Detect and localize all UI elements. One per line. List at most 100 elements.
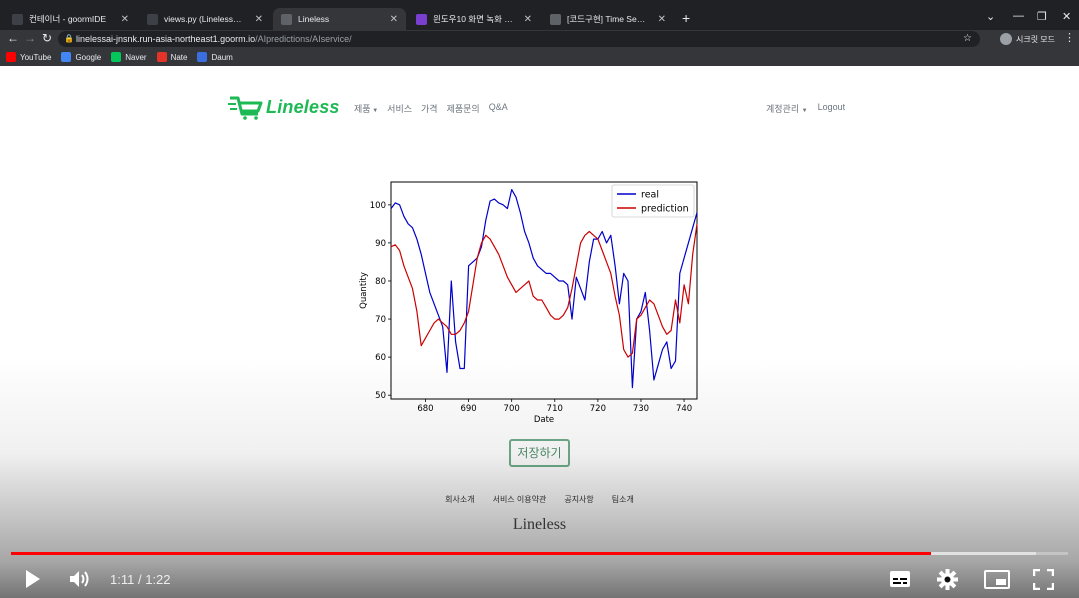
- x-tick-label: 730: [633, 404, 649, 414]
- footer-links: 회사소개 서비스 이용약관 공지사항 팀소개: [0, 494, 1079, 505]
- x-tick-label: 690: [460, 404, 476, 414]
- naver-icon: [111, 52, 122, 62]
- bookmark-google[interactable]: Google: [61, 52, 101, 62]
- incognito-avatar-icon: [1000, 33, 1012, 45]
- google-icon: [61, 52, 72, 62]
- fullscreen-icon[interactable]: [1033, 569, 1054, 590]
- nav-item[interactable]: 가격: [421, 102, 438, 115]
- nav-item[interactable]: 제품문의: [447, 102, 480, 115]
- bookmarks-bar: YouTube Google Naver Nate Daum: [0, 48, 1079, 66]
- y-tick-label: 60: [375, 353, 386, 363]
- terminal-icon: [12, 13, 23, 25]
- volume-icon[interactable]: [68, 569, 92, 589]
- nav-item[interactable]: 제품 ▼: [354, 102, 378, 115]
- account-menu[interactable]: 계정관리 ▼: [766, 102, 808, 115]
- globe-icon: [281, 13, 292, 25]
- bookmark-naver[interactable]: Naver: [111, 52, 147, 62]
- bookmark-label: Naver: [125, 52, 147, 62]
- settings-gear-icon[interactable]: [937, 569, 958, 590]
- window-close-icon[interactable]: ✕: [1062, 10, 1071, 23]
- logo-cart-icon: [228, 96, 263, 120]
- legend-label: real: [641, 190, 659, 201]
- tab-search-icon[interactable]: ⌄: [986, 10, 995, 23]
- daum-icon: [197, 52, 208, 62]
- terminal-icon: [147, 13, 158, 25]
- bookmark-star-icon[interactable]: ☆: [963, 31, 972, 47]
- site-logo[interactable]: Lineless: [228, 94, 340, 120]
- minimize-icon[interactable]: —: [1013, 10, 1024, 22]
- restore-icon[interactable]: ❐: [1037, 10, 1047, 23]
- tab-close-icon[interactable]: ✕: [121, 14, 129, 25]
- forecast-chart: 680 690 700 710 720 730 740 50 60 70 80 90 100 Date Qu…: [359, 181, 698, 425]
- footer-link[interactable]: 회사소개: [445, 494, 474, 505]
- progress-played: [11, 552, 931, 555]
- url-host: linelessai-jnsnk.run-asia-northeast1.goo…: [76, 34, 256, 44]
- bookmark-youtube[interactable]: YouTube: [6, 52, 51, 62]
- web-page: Lineless 제품 ▼ 서비스 가격 제품문의 Q&A 계정관리 ▼ Logout …: [0, 66, 1079, 598]
- globe-icon: [550, 13, 561, 25]
- nav-item-label: 제품: [354, 104, 371, 114]
- menu-kebab-icon[interactable]: ⋮: [1064, 31, 1075, 44]
- account-nav: 계정관리 ▼ Logout: [766, 102, 845, 115]
- bookmark-label: YouTube: [20, 52, 52, 62]
- footer-link[interactable]: 공지사항: [564, 494, 593, 505]
- browser-toolbar: ← → ↻ 🔒 linelessai-jnsnk.run-asia-northe…: [0, 30, 1079, 72]
- bookmark-label: Nate: [170, 52, 188, 62]
- url-path: /AIpredictions/AIservice/: [255, 34, 352, 44]
- y-axis-label: Quantity: [359, 272, 369, 309]
- browser-tab[interactable]: 컨테이너 - goormIDE ✕: [4, 8, 137, 30]
- browser-titlebar: 컨테이너 - goormIDE✕views.py (LinelessAI) - …: [0, 0, 1079, 30]
- footer-brand: Lineless: [512, 516, 567, 533]
- reload-icon[interactable]: ↻: [42, 31, 52, 45]
- x-tick-label: 710: [547, 404, 563, 414]
- subtitles-icon[interactable]: [889, 570, 911, 588]
- tab-title: [코드구현] Time Series Forecasti: [567, 14, 648, 24]
- nav-item[interactable]: 서비스: [387, 102, 412, 115]
- profile-chip[interactable]: 시크릿 모드: [1000, 32, 1055, 46]
- footer-link[interactable]: 팀소개: [612, 494, 634, 505]
- tab-close-icon[interactable]: ✕: [255, 14, 263, 25]
- y-tick-label: 70: [375, 315, 386, 325]
- browser-tab[interactable]: views.py (LinelessAI) - goormIDE ✕: [139, 8, 271, 30]
- browser-tab[interactable]: 윈도우10 화면 녹화 기능 사용법 ✕: [408, 8, 540, 30]
- youtube-icon: [6, 52, 16, 62]
- address-bar[interactable]: 🔒 linelessai-jnsnk.run-asia-northeast1.g…: [58, 31, 980, 47]
- play-icon[interactable]: [24, 569, 42, 589]
- nav-item-label: 제품문의: [446, 104, 480, 114]
- tab-close-icon[interactable]: ✕: [524, 14, 532, 25]
- new-tab-icon[interactable]: +: [682, 10, 690, 26]
- blog-icon: [416, 13, 427, 25]
- browser-tab[interactable]: [코드구현] Time Series Forecasti ✕: [542, 8, 674, 30]
- y-tick-label: 50: [375, 391, 386, 401]
- time-total: 1:22: [145, 572, 171, 587]
- time-display: 1:11 / 1:22: [110, 572, 171, 587]
- y-tick-label: 100: [370, 201, 386, 211]
- logo-wordmark: Lineless: [266, 96, 340, 117]
- tab-close-icon[interactable]: ✕: [390, 14, 398, 25]
- back-icon[interactable]: ←: [7, 31, 19, 45]
- nav-item[interactable]: Q&A: [489, 102, 508, 115]
- nav-item-label: Q&A: [488, 102, 508, 112]
- x-tick-label: 720: [590, 404, 606, 414]
- legend-label: prediction: [641, 204, 689, 215]
- x-axis-label: Date: [534, 415, 554, 425]
- x-tick-label: 740: [676, 404, 692, 414]
- bookmark-daum[interactable]: Daum: [197, 52, 233, 62]
- logout-link[interactable]: Logout: [818, 102, 846, 115]
- bookmark-nate[interactable]: Nate: [156, 52, 188, 62]
- account-menu-label: 계정관리: [766, 104, 800, 114]
- time-current: 1:11: [110, 572, 135, 587]
- nav-item-label: 가격: [421, 104, 438, 114]
- tab-close-icon[interactable]: ✕: [658, 14, 666, 25]
- profile-label: 시크릿 모드: [1016, 34, 1056, 44]
- save-button[interactable]: 저장하기: [509, 439, 570, 467]
- browser-tab[interactable]: Lineless ✕: [273, 8, 406, 30]
- nate-icon: [156, 52, 167, 62]
- bookmark-label: Daum: [211, 52, 233, 62]
- miniplayer-icon[interactable]: [984, 570, 1010, 589]
- x-tick-label: 680: [417, 404, 433, 414]
- progress-bar[interactable]: [11, 552, 1068, 555]
- forward-icon[interactable]: →: [24, 31, 36, 45]
- footer-link[interactable]: 서비스 이용약관: [493, 494, 547, 505]
- y-tick-label: 90: [375, 239, 386, 249]
